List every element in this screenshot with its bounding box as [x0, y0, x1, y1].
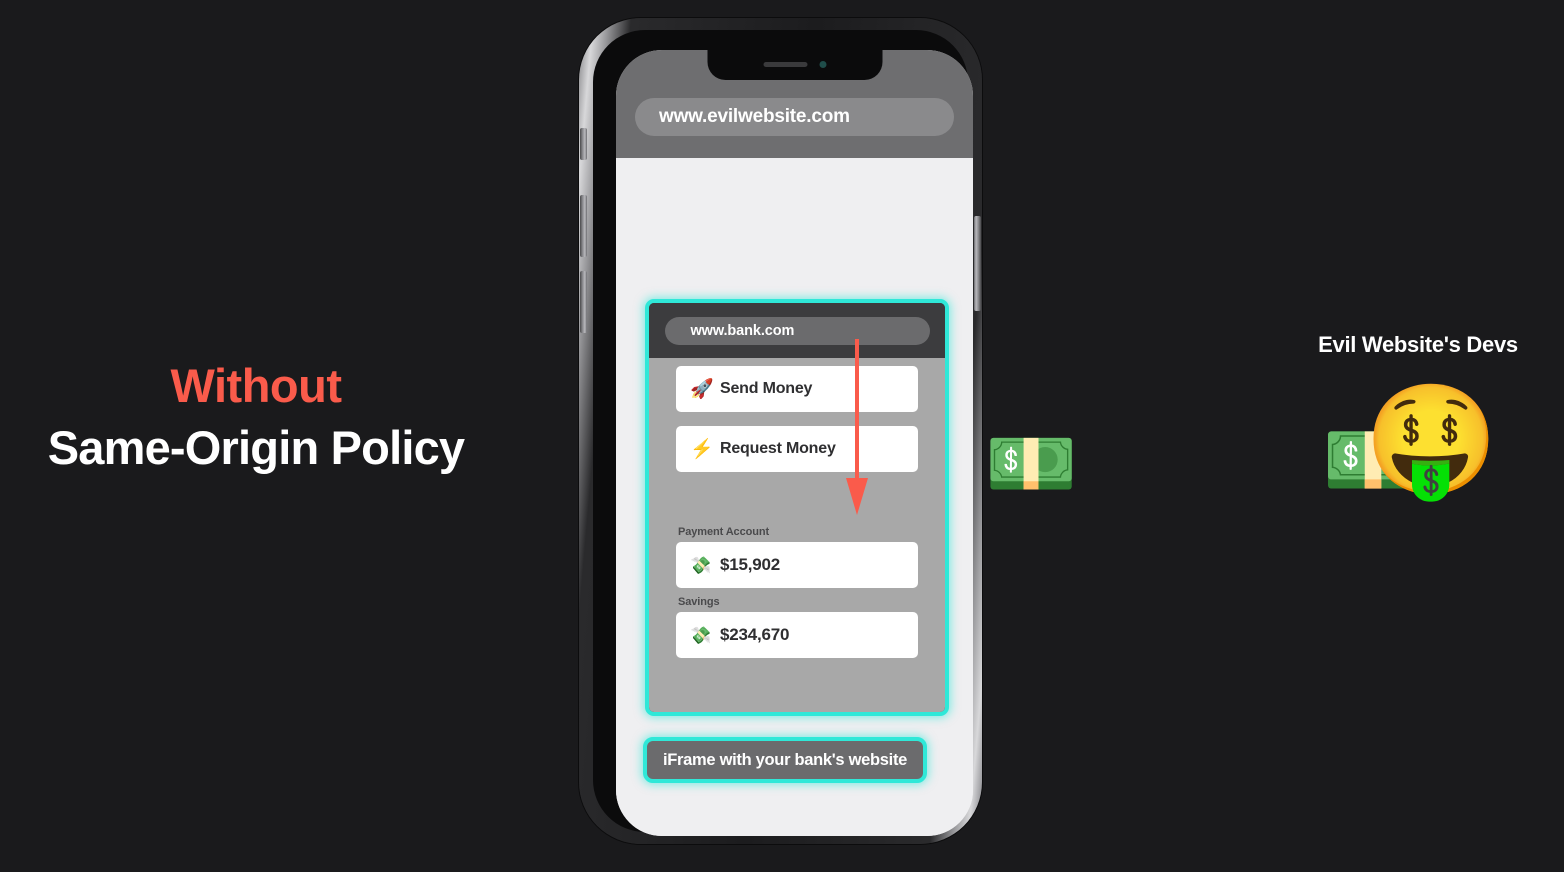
savings-balance: $234,670 [720, 625, 790, 644]
payment-account-label: Payment Account [678, 526, 770, 538]
slide-headline: Without Same-Origin Policy [0, 358, 512, 477]
payment-account-row[interactable]: 💸 $15,902 [676, 542, 918, 588]
headline-line-same-origin-policy: Same-Origin Policy [47, 421, 465, 475]
headline-line-without: Without [170, 359, 342, 412]
phone-screen: www.evilwebsite.com www.bank.com 🚀 Send … [616, 50, 973, 836]
mute-switch[interactable] [580, 128, 587, 160]
evil-devs-emoji-stack: 💵 🤑 [1272, 374, 1564, 514]
volume-down-button[interactable] [580, 271, 587, 333]
smartphone-mockup: www.evilwebsite.com www.bank.com 🚀 Send … [573, 18, 988, 844]
send-money-label: Send Money [720, 380, 813, 397]
dollar-banknote-icon: 💵 [985, 422, 1078, 505]
phone-notch [707, 50, 882, 80]
volume-up-button[interactable] [580, 195, 587, 257]
browser-chrome-bar: www.evilwebsite.com [616, 50, 973, 158]
address-bar-iframe[interactable]: www.bank.com [664, 316, 930, 345]
front-camera-icon [819, 61, 826, 68]
request-money-button[interactable]: ⚡ Request Money [676, 426, 918, 472]
rocket-icon: 🚀 [690, 378, 714, 400]
address-bar-outer[interactable]: www.evilwebsite.com [635, 98, 954, 136]
send-money-button[interactable]: 🚀 Send Money [676, 366, 918, 412]
evil-devs-title: Evil Website's Devs [1318, 332, 1518, 357]
iframe-chrome-bar: www.bank.com [649, 303, 945, 358]
slide-canvas: Without Same-Origin Policy 💵 www.evilweb… [0, 0, 1564, 872]
money-mouth-face-icon: 🤑 [1364, 379, 1499, 500]
address-bar-outer-url: www.evilwebsite.com [659, 106, 850, 127]
address-bar-iframe-url: www.bank.com [690, 322, 795, 339]
phone-outer-frame: www.evilwebsite.com www.bank.com 🚀 Send … [579, 18, 982, 844]
request-money-label: Request Money [720, 440, 836, 457]
bank-iframe: www.bank.com 🚀 Send Money ⚡ Request Mone… [645, 299, 949, 716]
savings-row[interactable]: 💸 $234,670 [676, 612, 918, 658]
evil-website-page-body: www.bank.com 🚀 Send Money ⚡ Request Mone… [616, 158, 973, 836]
money-with-wings-icon: 💸 [690, 555, 712, 575]
lightning-bolt-icon: ⚡ [690, 438, 714, 460]
iframe-caption-chip: iFrame with your bank's website [643, 737, 927, 783]
savings-label: Savings [678, 596, 720, 608]
power-button[interactable] [974, 216, 981, 311]
iframe-caption-text: iFrame with your bank's website [662, 750, 908, 769]
payment-account-balance: $15,902 [720, 555, 781, 574]
speaker-slot-icon [763, 62, 807, 67]
phone-inner-bezel: www.evilwebsite.com www.bank.com 🚀 Send … [593, 30, 973, 836]
money-with-wings-icon: 💸 [690, 625, 712, 645]
bank-app-content: 🚀 Send Money ⚡ Request Money Payment Acc… [649, 358, 945, 712]
evil-devs-group: Evil Website's Devs 💵 🤑 [1272, 332, 1564, 514]
